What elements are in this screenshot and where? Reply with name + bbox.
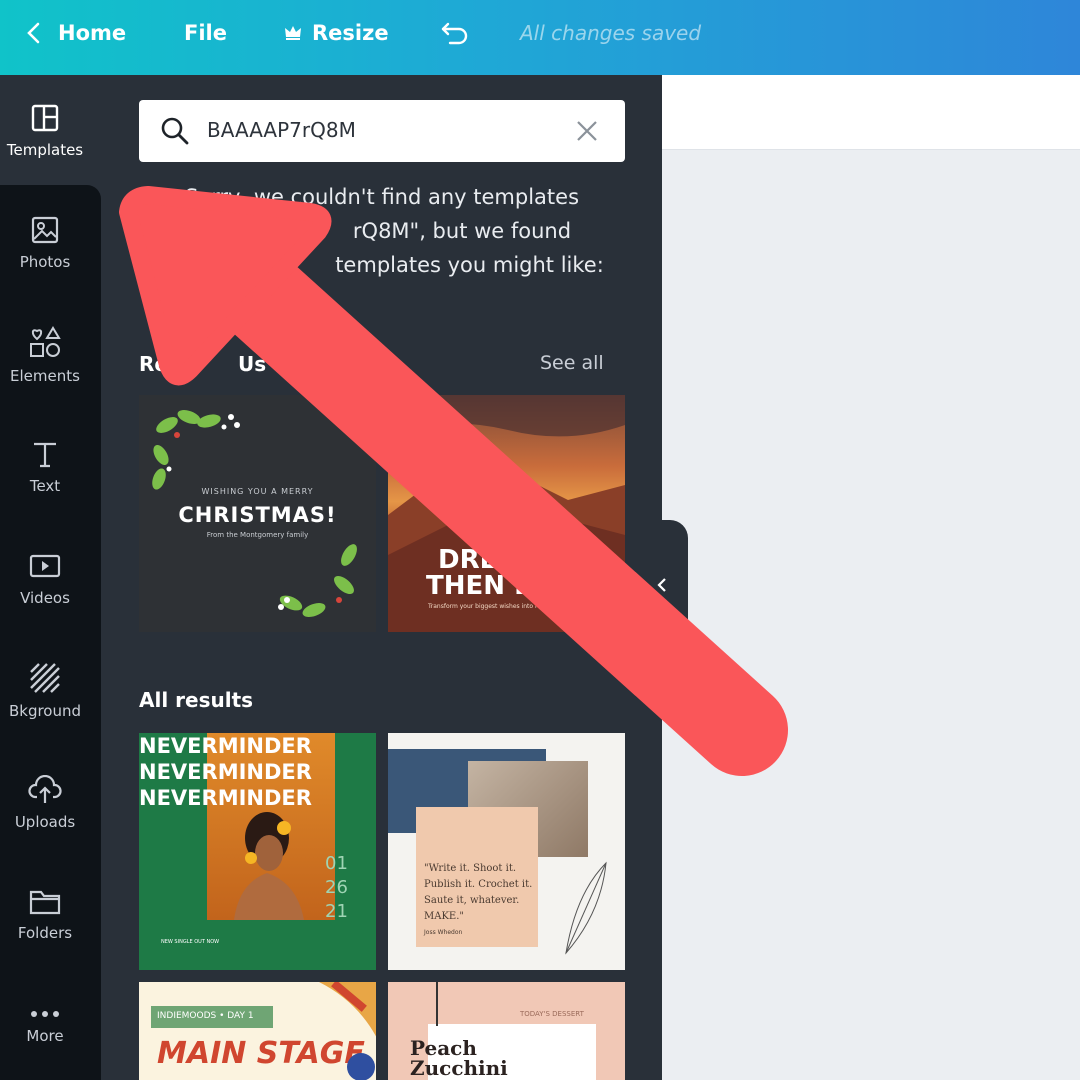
card-date: 26 (325, 877, 348, 898)
undo-icon (441, 22, 468, 45)
chevron-left-icon (27, 22, 40, 44)
more-icon (31, 1011, 59, 1017)
card-string-line (436, 982, 438, 1026)
template-card-quote[interactable]: "Write it. Shoot it. Publish it. Crochet… (388, 733, 625, 970)
card-headline-line: Zucchini (410, 1056, 508, 1080)
card-headline: CHRISTMAS! (178, 503, 337, 527)
template-card-christmas[interactable]: WISHING YOU A MERRY CHRISTMAS! From the … (139, 395, 376, 632)
card-footer: NEW SINGLE OUT NOW (161, 939, 220, 945)
rail-item-background[interactable]: Bkground (0, 635, 90, 747)
leaf-sketch-icon (565, 861, 607, 955)
card-peach-block (416, 807, 538, 947)
see-all-link[interactable]: See all (540, 352, 604, 374)
rail-label: Uploads (14, 813, 76, 831)
resize-label: Resize (312, 21, 389, 45)
shapes-icon (30, 326, 61, 357)
rail-item-more[interactable]: More (0, 971, 90, 1080)
template-card-neverminder[interactable]: NEVERMINDER NEVERMINDER NEVERMINDER 01 2… (139, 733, 376, 970)
rail-item-templates[interactable]: Templates (0, 75, 90, 187)
card-headline-line: NEVERMINDER (139, 786, 312, 810)
collapse-panel-button[interactable] (640, 520, 688, 650)
recently-used-title-partial: Us (238, 352, 267, 376)
rail-label: Bkground (8, 702, 82, 720)
file-label: File (184, 21, 227, 45)
search-icon (161, 117, 189, 145)
card-tag: INDIEMOODS • DAY 1 (157, 1011, 254, 1021)
card-headline: THEN D (426, 571, 536, 601)
card-subtitle: From the Montgomery family (206, 531, 309, 539)
search-query: BAAAAP7rQ8M (207, 118, 356, 142)
quote-line: MAKE." (424, 911, 465, 922)
rail-label: Photos (19, 253, 71, 271)
all-results-title: All results (139, 688, 254, 712)
resize-button[interactable]: Resize (284, 0, 389, 66)
rail-item-photos[interactable]: Photos (0, 187, 90, 299)
rail-label: Templates (6, 141, 84, 159)
rail-item-folders[interactable]: Folders (0, 859, 90, 971)
message-line: rQ8M", but we found (352, 219, 572, 243)
quote-author: Joss Whedon (424, 929, 463, 936)
recently-used-title-partial: Re (139, 352, 168, 376)
card-subtitle: Transform your biggest wishes into reali… (428, 603, 554, 610)
video-icon (29, 554, 61, 578)
rail-item-text[interactable]: Text (0, 411, 90, 523)
no-results-message: Sorry, we couldn't find any templates rQ… (139, 180, 625, 282)
template-card-main-stage[interactable]: INDIEMOODS • DAY 1 MAIN STAGE (139, 982, 376, 1080)
card-headline-line: NEVERMINDER (139, 734, 312, 758)
template-card-dessert[interactable]: TODAY'S DESSERT Peach Zucchini (388, 982, 625, 1080)
home-button[interactable]: Home (24, 0, 126, 66)
card-headline-line: NEVERMINDER (139, 760, 312, 784)
rail-label: Videos (20, 589, 70, 607)
photo-icon (31, 216, 59, 244)
rail-label: More (26, 1027, 64, 1045)
card-tag: TODAY'S DESSERT (520, 1010, 584, 1018)
search-input[interactable]: BAAAAP7rQ8M (139, 100, 625, 162)
top-bar: Home File Resize All changes saved (0, 0, 1080, 75)
home-label: Home (58, 21, 127, 45)
text-icon (34, 442, 56, 468)
rail-label: Folders (17, 924, 73, 942)
quote-line: "Write it. Shoot it. (424, 863, 517, 874)
file-menu-button[interactable]: File (184, 0, 227, 66)
rail-label: Elements (10, 367, 80, 385)
card-date: 21 (325, 901, 348, 922)
message-line: templates you might like: (335, 253, 604, 277)
crown-icon (285, 26, 301, 40)
folder-icon (29, 890, 61, 915)
rail-item-uploads[interactable]: Uploads (0, 747, 90, 859)
rail-label: Text (29, 477, 61, 495)
chevron-left-icon (657, 578, 666, 592)
upload-icon (28, 775, 62, 803)
template-card-dream[interactable]: DRE THEN D Transform your biggest wishes… (388, 395, 625, 632)
quote-line: Publish it. Crochet it. (424, 879, 533, 890)
abstract-shapes-icon (319, 982, 376, 1080)
canvas-toolbar (662, 75, 1080, 150)
card-date: 01 (325, 853, 348, 874)
templates-icon (31, 104, 59, 132)
quote-line: Saute it, whatever. (424, 895, 520, 906)
background-icon (30, 663, 60, 693)
rail-item-videos[interactable]: Videos (0, 523, 90, 635)
message-line: Sorry, we couldn't find any templates (184, 185, 580, 209)
clear-search-icon[interactable] (575, 119, 599, 143)
card-kicker: WISHING YOU A MERRY (201, 487, 314, 496)
rail-item-elements[interactable]: Elements (0, 299, 90, 411)
undo-button[interactable] (440, 0, 470, 66)
save-status: All changes saved (520, 21, 702, 45)
